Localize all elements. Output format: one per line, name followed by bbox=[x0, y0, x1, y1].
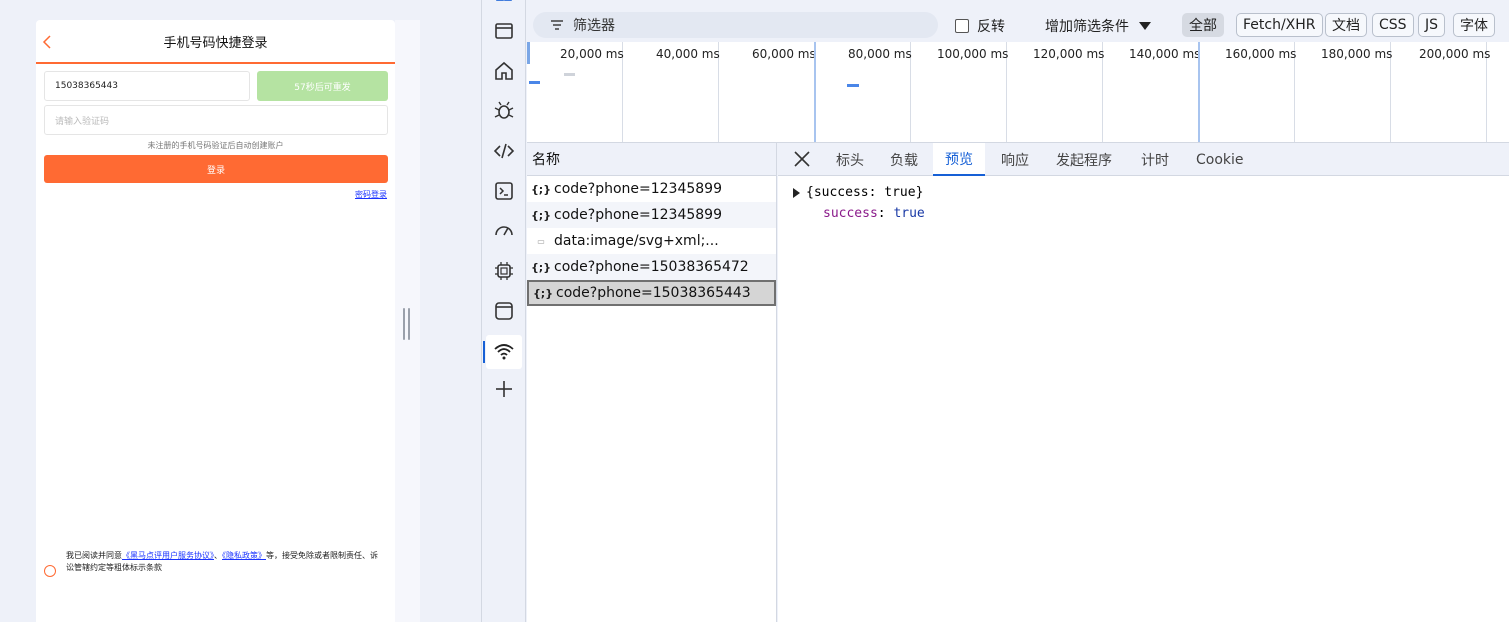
timeline-tick-label: 80,000 ms bbox=[848, 47, 912, 61]
fetch-json-icon: {;} bbox=[532, 286, 554, 300]
phone-input[interactable]: 15038365443 bbox=[44, 71, 250, 101]
resize-grip-bar bbox=[403, 308, 405, 340]
page-title: 手机号码快捷登录 bbox=[163, 36, 268, 51]
login-button[interactable]: 登录 bbox=[44, 155, 388, 183]
filter-placeholder: 筛选器 bbox=[573, 18, 615, 34]
request-list: 名称 {;} code?phone=12345899 {;} code?phone=… bbox=[527, 143, 777, 622]
filter-type-js[interactable]: JS bbox=[1418, 13, 1446, 37]
agreement-sep: 、 bbox=[214, 551, 222, 560]
request-row[interactable]: {;} code?phone=12345899 bbox=[527, 176, 776, 202]
timeline-tick-label: 40,000 ms bbox=[656, 47, 720, 61]
fetch-json-icon: {;} bbox=[530, 208, 552, 222]
json-summary: {success: true} bbox=[806, 185, 924, 200]
code-icon[interactable] bbox=[486, 134, 522, 168]
window-icon[interactable] bbox=[486, 14, 522, 48]
tab-headers[interactable]: 标头 bbox=[824, 143, 876, 176]
console-icon[interactable] bbox=[486, 174, 522, 208]
more-filters-label: 增加筛选条件 bbox=[1045, 19, 1129, 35]
screen: 手机号码快捷登录 15038365443 57秒后可重发 请输入验证码 未注册的… bbox=[0, 0, 1509, 622]
fetch-json-icon: {;} bbox=[530, 182, 552, 196]
add-icon[interactable] bbox=[486, 372, 522, 406]
filter-type-all[interactable]: 全部 bbox=[1182, 13, 1224, 37]
checkbox-icon bbox=[955, 19, 969, 33]
json-colon: : bbox=[877, 206, 894, 221]
network-timeline[interactable]: 20,000 ms 40,000 ms 60,000 ms 80,000 ms … bbox=[527, 42, 1509, 143]
detail-tab-bar: 标头 负载 预览 响应 发起程序 计时 Cookie bbox=[778, 143, 1509, 176]
fetch-json-icon: {;} bbox=[530, 260, 552, 274]
filter-type-css[interactable]: CSS bbox=[1372, 13, 1414, 37]
request-name: code?phone=15038365472 bbox=[554, 259, 749, 275]
request-row[interactable]: {;} code?phone=15038365472 bbox=[527, 254, 776, 280]
name-column-header[interactable]: 名称 bbox=[527, 143, 776, 176]
timeline-marker bbox=[814, 42, 816, 142]
image-file-icon: ▭ bbox=[537, 236, 545, 246]
request-name: code?phone=15038365443 bbox=[556, 285, 751, 301]
tab-cookies[interactable]: Cookie bbox=[1184, 143, 1256, 176]
performance-icon[interactable] bbox=[486, 214, 522, 248]
privacy-policy-link[interactable]: 《隐私政策》 bbox=[222, 551, 266, 560]
close-icon[interactable] bbox=[793, 150, 811, 168]
json-property: success: true bbox=[823, 206, 925, 221]
resend-code-button[interactable]: 57秒后可重发 bbox=[257, 71, 388, 101]
agreement-text: 我已阅读并同意《黑马点评用户服务协议》、《隐私政策》等，接受免除或者限制责任、诉… bbox=[66, 550, 384, 574]
resize-handle[interactable] bbox=[403, 308, 411, 340]
invert-checkbox[interactable]: 反转 bbox=[955, 16, 1005, 36]
agreement-radio[interactable] bbox=[44, 565, 56, 577]
tab-preview[interactable]: 预览 bbox=[933, 143, 985, 176]
dropdown-arrow-icon bbox=[1139, 22, 1151, 30]
mobile-page: 手机号码快捷登录 15038365443 57秒后可重发 请输入验证码 未注册的… bbox=[36, 20, 395, 622]
timeline-tick-label: 120,000 ms bbox=[1033, 47, 1105, 61]
json-key: success bbox=[823, 206, 878, 221]
timeline-tick-label: 140,000 ms bbox=[1129, 47, 1201, 61]
request-name: code?phone=12345899 bbox=[554, 207, 722, 223]
timeline-request-bar bbox=[564, 73, 575, 76]
password-login-link[interactable]: 密码登录 bbox=[355, 189, 387, 200]
network-filter-bar: 筛选器 反转 增加筛选条件 全部 Fetch/XHR 文档 CSS JS 字体 bbox=[527, 8, 1509, 42]
request-name: data:image/svg+xml;... bbox=[554, 233, 719, 249]
filter-type-fetch-xhr[interactable]: Fetch/XHR bbox=[1236, 13, 1323, 37]
timeline-tick-label: 200,000 ms bbox=[1419, 47, 1491, 61]
request-name: code?phone=12345899 bbox=[554, 181, 722, 197]
timeline-tick-label: 160,000 ms bbox=[1225, 47, 1297, 61]
verification-code-input[interactable]: 请输入验证码 bbox=[44, 105, 388, 135]
json-root-node[interactable]: {success: true} bbox=[793, 185, 923, 200]
invert-label: 反转 bbox=[977, 19, 1005, 35]
timeline-tick-label: 60,000 ms bbox=[752, 47, 816, 61]
tab-payload[interactable]: 负载 bbox=[878, 143, 930, 176]
timeline-selection-handle[interactable] bbox=[527, 42, 530, 64]
timeline-tick-label: 20,000 ms bbox=[560, 47, 624, 61]
timeline-marker bbox=[1198, 42, 1200, 142]
tab-timing[interactable]: 计时 bbox=[1129, 143, 1181, 176]
register-hint: 未注册的手机号码验证后自动创建账户 bbox=[147, 141, 284, 150]
filter-type-doc[interactable]: 文档 bbox=[1325, 13, 1367, 37]
timeline-tick-label: 180,000 ms bbox=[1321, 47, 1393, 61]
expand-caret-icon[interactable] bbox=[793, 187, 800, 198]
json-value: true bbox=[893, 206, 925, 221]
filter-type-font[interactable]: 字体 bbox=[1453, 13, 1495, 37]
request-detail-panel: 标头 负载 预览 响应 发起程序 计时 Cookie {success: tru… bbox=[778, 143, 1509, 622]
device-toolbar-icon[interactable] bbox=[486, 0, 522, 10]
devtools-activity-bar bbox=[481, 0, 526, 622]
agreement-prefix: 我已阅读并同意 bbox=[66, 551, 122, 560]
bug-icon[interactable] bbox=[486, 94, 522, 128]
filter-icon bbox=[551, 20, 563, 30]
request-row[interactable]: {;} code?phone=12345899 bbox=[527, 202, 776, 228]
request-row-selected[interactable]: {;} code?phone=15038365443 bbox=[527, 280, 776, 306]
service-agreement-link[interactable]: 《黑马点评用户服务协议》 bbox=[122, 551, 214, 560]
network-wifi-icon[interactable] bbox=[483, 335, 522, 369]
more-filters-dropdown[interactable]: 增加筛选条件 bbox=[1045, 16, 1151, 36]
resize-grip-bar bbox=[408, 308, 410, 340]
filter-input[interactable]: 筛选器 bbox=[533, 12, 938, 38]
tab-initiator[interactable]: 发起程序 bbox=[1044, 143, 1124, 176]
timeline-tick-label: 100,000 ms bbox=[937, 47, 1009, 61]
memory-chip-icon[interactable] bbox=[486, 254, 522, 288]
home-icon[interactable] bbox=[486, 54, 522, 88]
timeline-request-bar bbox=[847, 84, 859, 87]
mobile-header: 手机号码快捷登录 bbox=[36, 20, 395, 64]
timeline-request-bar bbox=[529, 81, 540, 84]
tab-response[interactable]: 响应 bbox=[989, 143, 1041, 176]
application-icon[interactable] bbox=[486, 294, 522, 328]
request-row[interactable]: ▭ data:image/svg+xml;... bbox=[527, 228, 776, 254]
